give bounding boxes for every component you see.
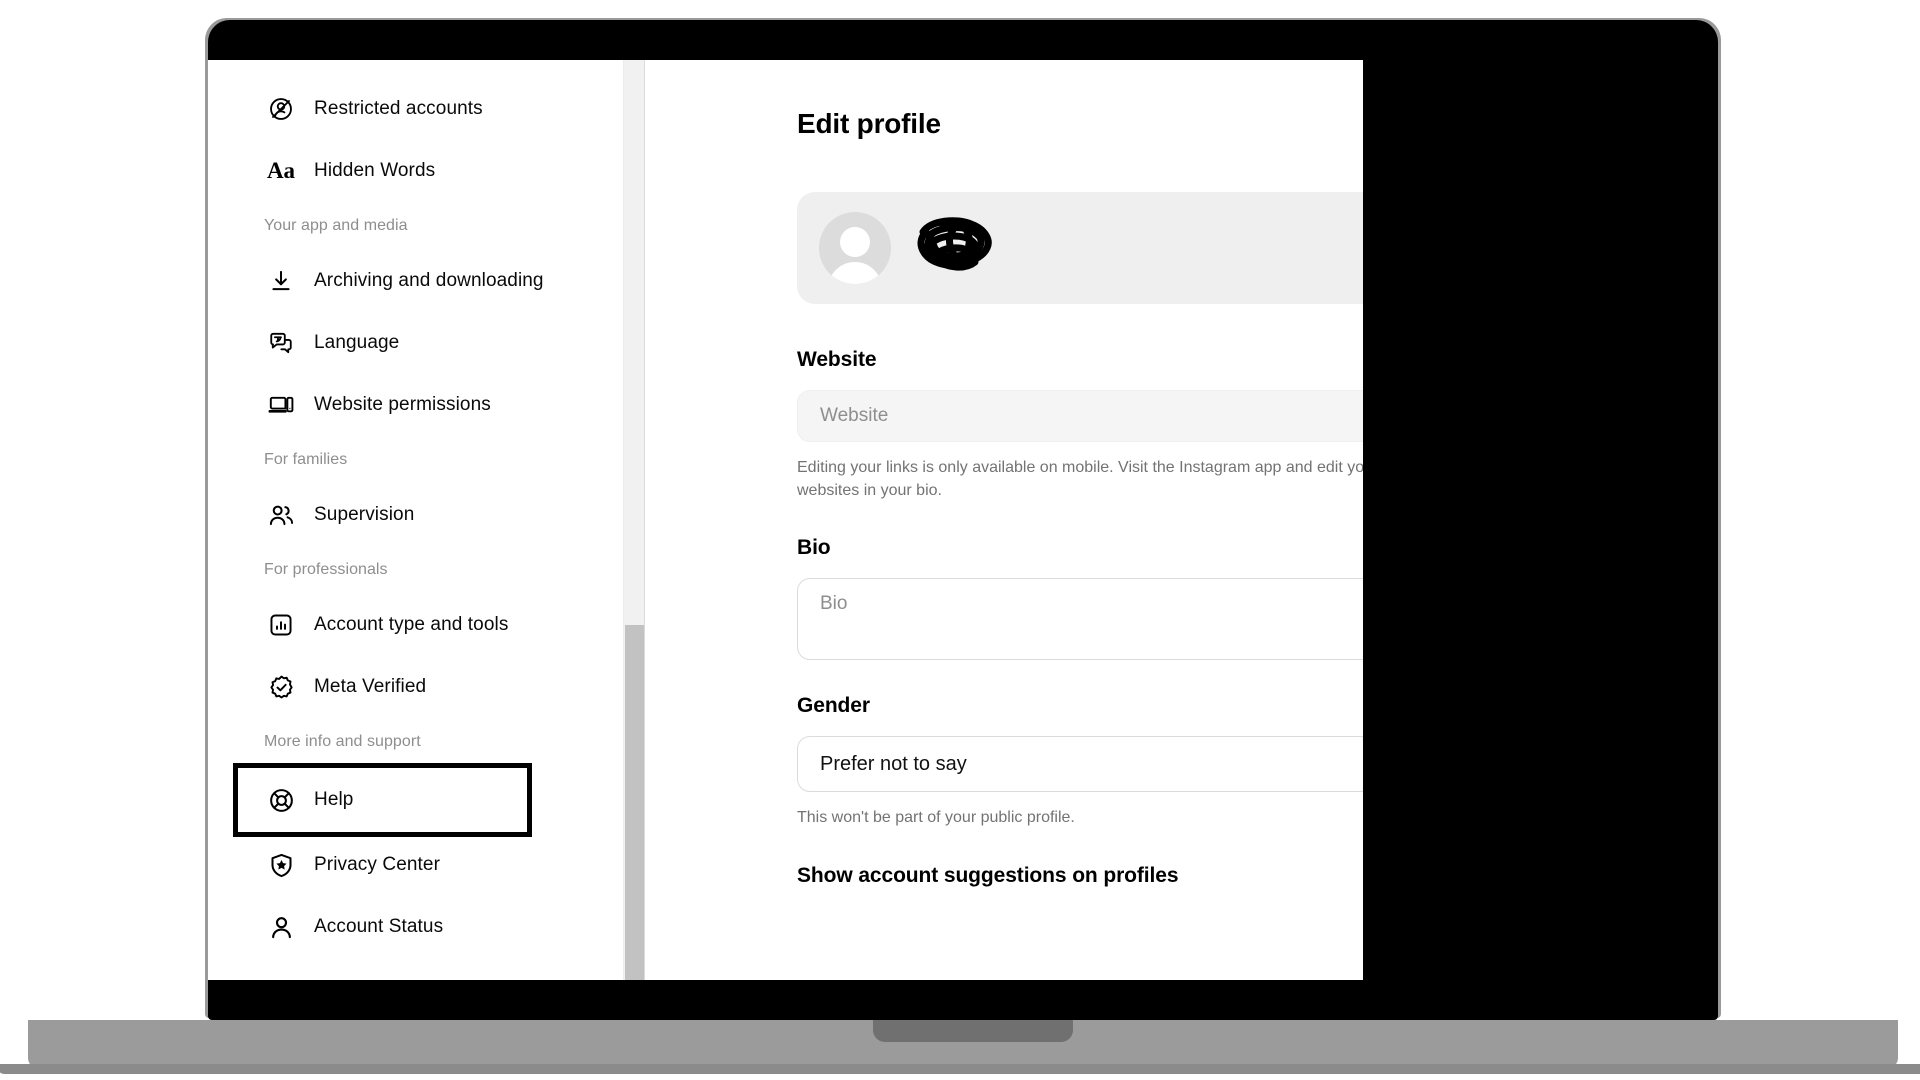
gender-section: Gender Prefer not to say This won't be p… xyxy=(797,694,1363,829)
page-title: Edit profile xyxy=(797,108,941,139)
sidebar-item-label: Restricted accounts xyxy=(314,98,483,119)
gender-select[interactable]: Prefer not to say xyxy=(797,736,1363,793)
bio-label: Bio xyxy=(797,536,831,560)
sidebar-section-for-professionals: For professionals xyxy=(264,561,388,578)
avatar-head xyxy=(840,227,870,257)
sidebar-item-label: Website permissions xyxy=(314,394,491,415)
gender-label: Gender xyxy=(797,694,870,718)
sidebar-item-label: Hidden Words xyxy=(314,160,436,181)
website-input[interactable]: Website xyxy=(797,390,1363,442)
life-ring-icon xyxy=(264,783,298,817)
website-helper-text: Editing your links is only available on … xyxy=(797,459,1363,500)
sidebar-item-label: Language xyxy=(314,332,400,353)
sidebar-item-label: Supervision xyxy=(314,504,415,525)
website-label: Website xyxy=(797,348,877,371)
sidebar-scrollbar-thumb[interactable] xyxy=(625,625,644,980)
sidebar-section-for-families: For families xyxy=(264,451,348,468)
username-redaction xyxy=(913,212,999,284)
gender-selected-value: Prefer not to say xyxy=(820,752,967,775)
sidebar-item-meta-verified[interactable]: Meta Verified xyxy=(208,656,644,718)
aa-text-icon: Aa xyxy=(266,158,296,183)
settings-sidebar: Restricted accounts Aa Hidden Words Your… xyxy=(208,60,645,980)
laptop-base-lip xyxy=(0,1064,1920,1074)
sidebar-item-website-permissions[interactable]: Website permissions xyxy=(208,374,644,436)
sidebar-item-label: Account Status xyxy=(314,916,444,937)
people-icon xyxy=(264,498,298,532)
browser-screen: Restricted accounts Aa Hidden Words Your… xyxy=(208,60,1363,980)
sidebar-item-label: Account type and tools xyxy=(314,614,509,635)
person-icon xyxy=(264,910,298,944)
download-icon xyxy=(264,264,298,298)
sidebar-item-account-type-and-tools[interactable]: Account type and tools xyxy=(208,594,644,656)
bar-chart-icon xyxy=(264,608,298,642)
sidebar-item-language[interactable]: Language xyxy=(208,312,644,374)
verified-badge-icon xyxy=(264,670,298,704)
bio-section: Bio Bio 0 / 150 xyxy=(797,536,1363,661)
sidebar-item-supervision[interactable]: Supervision xyxy=(208,484,644,546)
shield-star-icon xyxy=(264,848,298,882)
gender-helper-text: This won't be part of your public profil… xyxy=(797,809,1075,827)
default-avatar-icon xyxy=(819,212,891,284)
sidebar-item-label: Help xyxy=(314,789,354,810)
restricted-accounts-icon xyxy=(264,92,298,126)
laptop-base-notch xyxy=(873,1020,1073,1042)
profile-photo-card: Change photo xyxy=(797,192,1363,304)
sidebar-item-label: Archiving and downloading xyxy=(314,270,544,291)
bio-placeholder: Bio xyxy=(820,593,848,615)
sidebar-section-your-app-and-media: Your app and media xyxy=(264,217,408,234)
sidebar-item-privacy-center[interactable]: Privacy Center xyxy=(208,834,644,896)
website-section: Website Website Editing your links is on… xyxy=(797,348,1363,502)
sidebar-item-hidden-words[interactable]: Aa Hidden Words xyxy=(208,140,644,202)
sidebar-item-account-status[interactable]: Account Status xyxy=(208,896,644,958)
account-suggestions-heading: Show account suggestions on profiles xyxy=(797,863,1179,887)
sidebar-section-more-info-and-support: More info and support xyxy=(264,733,421,750)
sidebar-item-restricted-accounts[interactable]: Restricted accounts xyxy=(208,78,644,140)
sidebar-item-label: Meta Verified xyxy=(314,676,427,697)
sidebar-item-label: Privacy Center xyxy=(314,854,440,875)
sidebar-item-archiving-and-downloading[interactable]: Archiving and downloading xyxy=(208,250,644,312)
bio-input[interactable]: Bio 0 / 150 xyxy=(797,578,1363,661)
edit-profile-panel: Edit profile Chang xyxy=(645,60,1363,980)
avatar-body xyxy=(828,262,882,284)
sidebar-scrollbar[interactable] xyxy=(623,60,644,980)
devices-icon xyxy=(264,388,298,422)
sidebar-item-help[interactable]: Help xyxy=(233,763,532,837)
translate-icon xyxy=(264,326,298,360)
